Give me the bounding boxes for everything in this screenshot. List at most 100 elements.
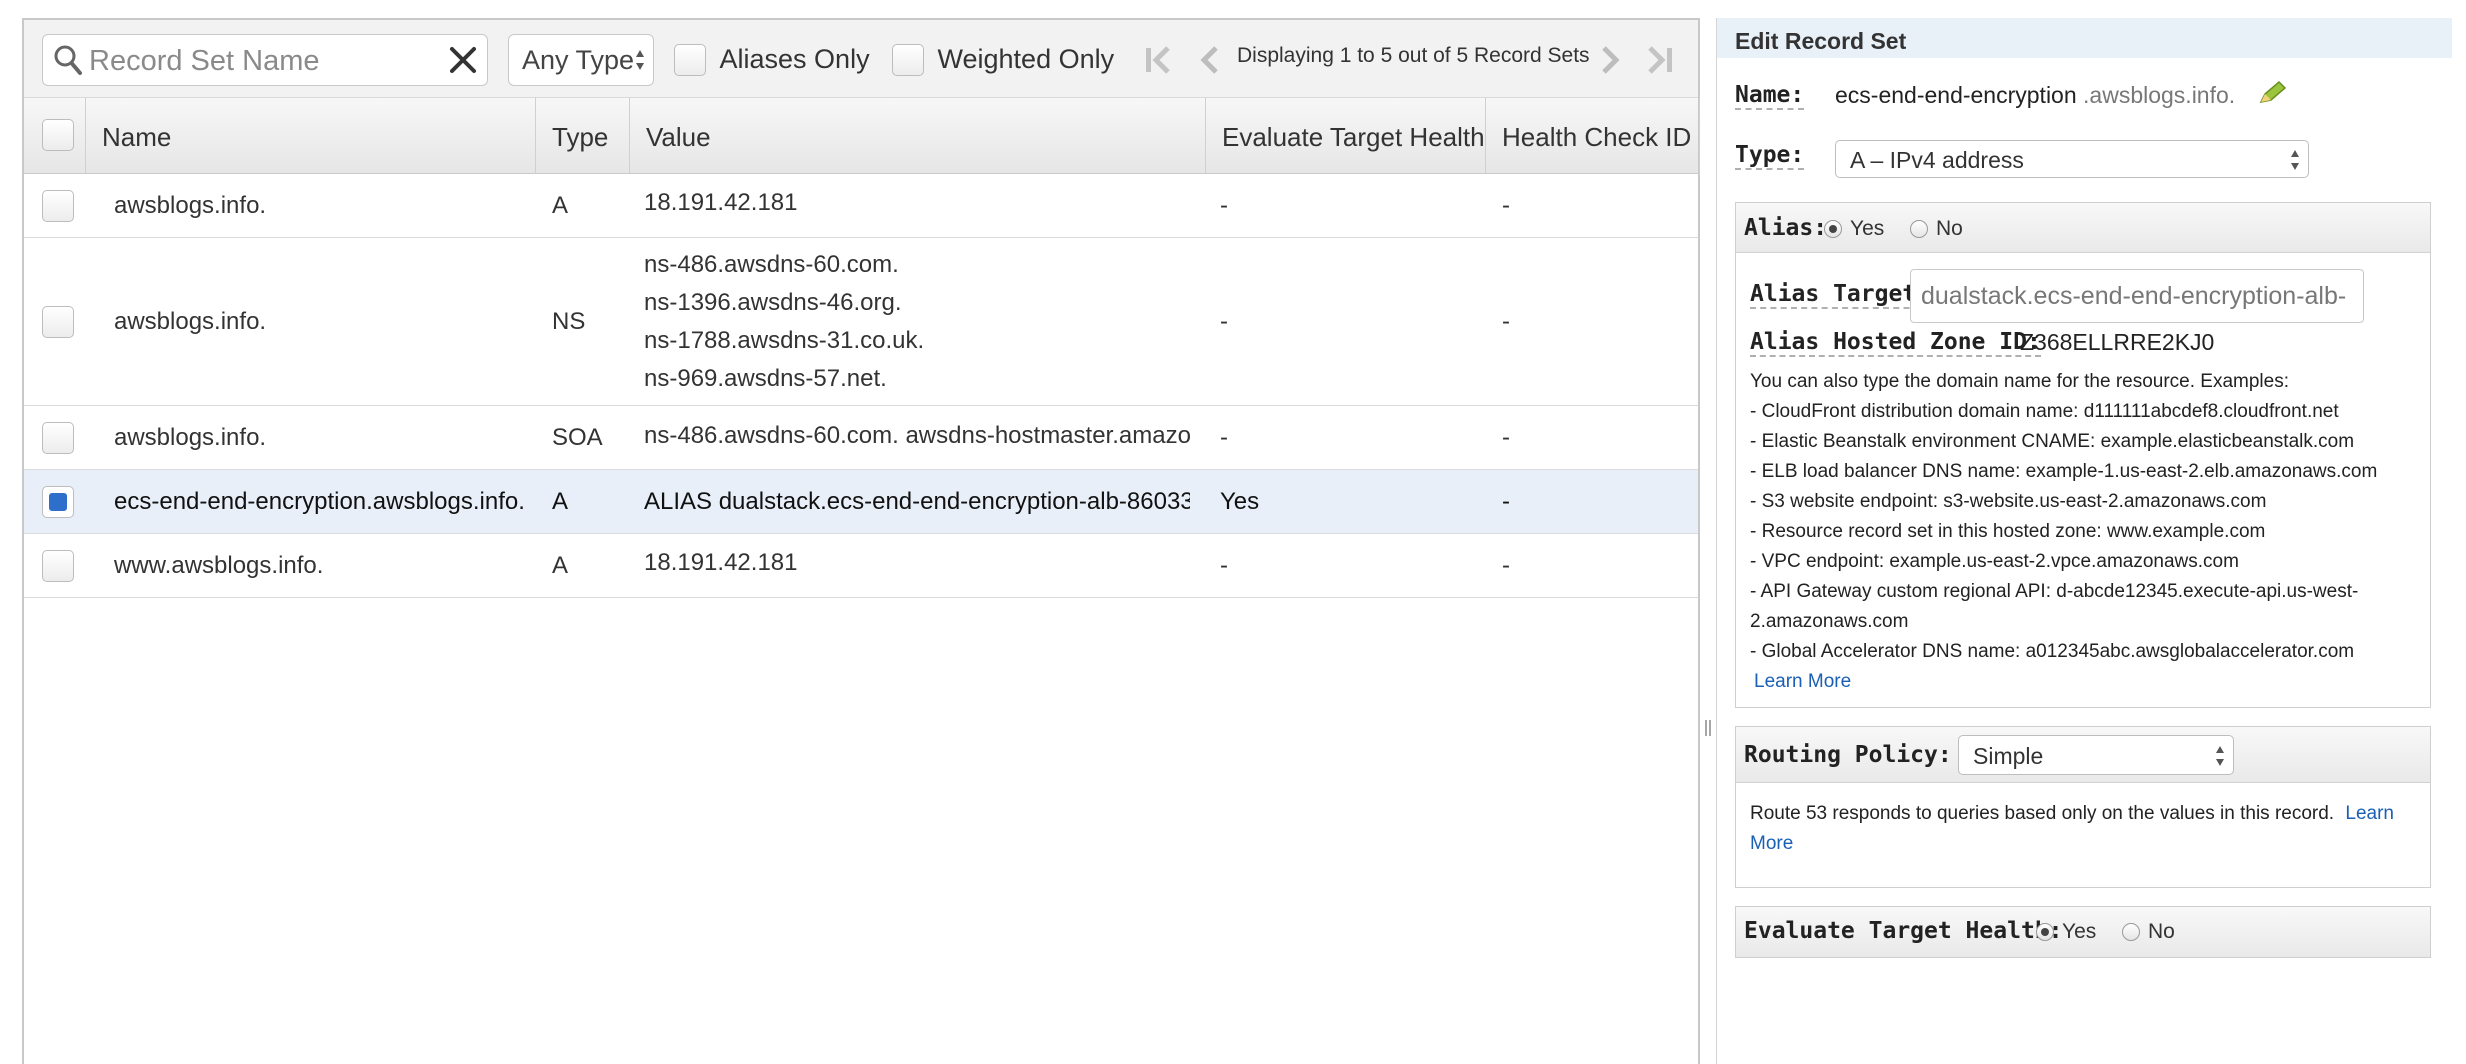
search-input[interactable] <box>89 41 429 81</box>
routing-learn-more-link-continued[interactable]: More <box>1750 833 1793 855</box>
filter-toolbar: Any Type Aliases Only Weighted Only Disp… <box>24 20 1698 98</box>
search-box[interactable] <box>42 34 488 86</box>
column-header-name[interactable]: Name <box>86 98 536 174</box>
row-checkbox[interactable] <box>42 306 74 338</box>
row-checkbox[interactable] <box>42 422 74 454</box>
record-type: SOA <box>552 424 603 451</box>
record-sets-panel: Any Type Aliases Only Weighted Only Disp… <box>22 18 1700 1064</box>
alias-section-header: Alias: Yes No <box>1736 203 2430 253</box>
alias-target-label: Alias Target: <box>1750 281 1931 309</box>
routing-policy-header: Routing Policy: Simple <box>1736 727 2430 783</box>
eth-yes-radio[interactable] <box>2036 923 2054 942</box>
weighted-only-label: Weighted Only <box>937 44 1115 75</box>
table-row[interactable]: awsblogs.info. NS ns-486.awsdns-60.com. … <box>24 238 1698 406</box>
alias-no-label: No <box>1936 217 1963 240</box>
alias-target-input[interactable] <box>1910 269 2364 323</box>
type-filter-value: Any Type <box>522 45 635 75</box>
weighted-only-checkbox[interactable] <box>892 43 924 76</box>
row-checkbox[interactable] <box>42 550 74 582</box>
alias-label: Alias: <box>1744 215 1828 241</box>
type-label: Type: <box>1735 142 1805 170</box>
record-health-check-id: - <box>1502 192 1510 219</box>
alias-yes-label: Yes <box>1850 217 1885 240</box>
record-value: ns-486.awsdns-60.com. awsdns-hostmaster.… <box>644 422 1190 449</box>
routing-policy-help: Route 53 responds to queries based only … <box>1750 803 2394 825</box>
edit-record-set-panel: Edit Record Set Name: ecs-end-end-encryp… <box>1716 18 2452 1064</box>
table-row[interactable]: www.awsblogs.info. A 18.191.42.181 - - <box>24 534 1698 598</box>
record-type-value: A – IPv4 address <box>1850 147 2024 173</box>
type-filter-select[interactable]: Any Type <box>508 34 654 86</box>
pencil-icon[interactable] <box>2257 80 2287 106</box>
column-header-health-check-id[interactable]: Health Check ID <box>1486 98 1700 174</box>
record-value-line: ns-1396.awsdns-46.org. <box>644 289 902 316</box>
record-value: ns-486.awsdns-60.com. ns-1396.awsdns-46.… <box>644 246 924 398</box>
eth-yes-option[interactable]: Yes <box>2036 920 2096 944</box>
next-page-icon[interactable] <box>1592 42 1628 78</box>
routing-learn-more-link[interactable]: Learn <box>2345 803 2394 824</box>
record-evaluate-target-health: Yes <box>1220 488 1260 515</box>
evaluate-target-health-section: Evaluate Target Health: Yes No <box>1735 906 2431 958</box>
record-type-select[interactable]: A – IPv4 address <box>1835 140 2309 178</box>
record-name: awsblogs.info. <box>114 308 267 335</box>
aliases-only-label: Aliases Only <box>719 44 870 75</box>
routing-policy-section: Routing Policy: Simple Route 53 responds… <box>1735 726 2431 888</box>
record-value-line: ns-1788.awsdns-31.co.uk. <box>644 327 925 354</box>
record-value: ALIAS dualstack.ecs-end-end-encryption-a… <box>644 488 1190 515</box>
eth-no-option[interactable]: No <box>2122 920 2175 944</box>
select-arrows-icon <box>2291 150 2299 170</box>
drag-handle-icon[interactable] <box>1704 718 1712 738</box>
routing-policy-value: Simple <box>1973 743 2044 769</box>
weighted-only-filter[interactable]: Weighted Only <box>892 43 1114 79</box>
eth-no-radio[interactable] <box>2122 923 2140 942</box>
previous-page-icon[interactable] <box>1192 42 1228 78</box>
evaluate-target-health-header: Evaluate Target Health: Yes No <box>1736 907 2430 957</box>
close-icon[interactable] <box>447 44 479 76</box>
alias-hosted-zone-value: Z368ELLRRE2KJ0 <box>2020 329 2215 355</box>
column-header-evaluate-target-health[interactable]: Evaluate Target Health <box>1206 98 1486 174</box>
aliases-only-checkbox[interactable] <box>674 43 706 76</box>
alias-help-example: - CloudFront distribution domain name: d… <box>1750 401 2339 422</box>
panel-title: Edit Record Set <box>1717 18 2452 58</box>
alias-help-example: 2.amazonaws.com <box>1750 611 1909 632</box>
pager-status: Displaying 1 to 5 out of 5 Record Sets <box>1237 44 1590 67</box>
record-value-line: ns-486.awsdns-60.com. <box>644 251 899 278</box>
table-row-selected[interactable]: ecs-end-end-encryption.awsblogs.info. A … <box>24 470 1698 534</box>
record-type: A <box>552 488 569 515</box>
routing-policy-help-text: Route 53 responds to queries based only … <box>1750 803 2335 824</box>
alias-section: Alias: Yes No Alias Target: Alias Hosted… <box>1735 202 2431 708</box>
alias-yes-radio[interactable] <box>1824 220 1842 239</box>
select-all-checkbox[interactable] <box>42 119 74 151</box>
routing-policy-select[interactable]: Simple <box>1958 735 2234 775</box>
row-checkbox[interactable] <box>42 190 74 222</box>
record-name: ecs-end-end-encryption.awsblogs.info. <box>114 488 525 515</box>
record-health-check-id: - <box>1502 488 1510 515</box>
table-row[interactable]: awsblogs.info. SOA ns-486.awsdns-60.com.… <box>24 406 1698 470</box>
eth-no-label: No <box>2148 920 2175 943</box>
select-all-cell <box>24 98 86 174</box>
alias-hosted-zone-label: Alias Hosted Zone ID: <box>1750 329 2041 357</box>
record-name: awsblogs.info. <box>114 192 267 219</box>
alias-learn-more-link[interactable]: Learn More <box>1754 671 1851 693</box>
record-name: www.awsblogs.info. <box>114 552 324 579</box>
alias-help-example: - ELB load balancer DNS name: example-1.… <box>1750 461 2378 482</box>
table-row[interactable]: awsblogs.info. A 18.191.42.181 - - <box>24 174 1698 238</box>
panel-splitter[interactable] <box>1700 18 1716 1064</box>
alias-no-radio[interactable] <box>1910 220 1928 239</box>
record-name-prefix: ecs-end-end-encryption <box>1835 82 2077 108</box>
row-checkbox-checked[interactable] <box>42 486 74 518</box>
name-label: Name: <box>1735 82 1805 110</box>
alias-yes-option[interactable]: Yes <box>1824 217 1884 241</box>
column-header-value[interactable]: Value <box>630 98 1206 174</box>
routing-policy-label: Routing Policy: <box>1744 742 1952 768</box>
last-page-icon[interactable] <box>1642 42 1678 78</box>
alias-help-example: - Elastic Beanstalk environment CNAME: e… <box>1750 431 2355 452</box>
record-evaluate-target-health: - <box>1220 192 1228 219</box>
select-arrows-icon <box>2216 746 2224 766</box>
alias-no-option[interactable]: No <box>1910 217 1963 241</box>
first-page-icon[interactable] <box>1140 42 1176 78</box>
search-icon <box>54 45 82 75</box>
record-name-suffix: .awsblogs.info. <box>2083 82 2236 108</box>
record-health-check-id: - <box>1502 308 1510 335</box>
aliases-only-filter[interactable]: Aliases Only <box>674 43 870 79</box>
column-header-type[interactable]: Type <box>536 98 630 174</box>
